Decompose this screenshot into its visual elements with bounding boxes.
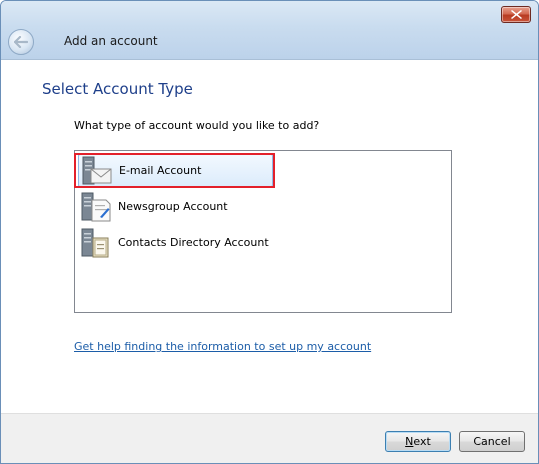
account-type-list[interactable]: E-mail Account Newsgroup Account Contact… xyxy=(74,150,452,313)
email-server-icon xyxy=(82,156,112,184)
title-bar: Add an account xyxy=(1,1,538,60)
page-heading: Select Account Type xyxy=(42,80,193,98)
help-link[interactable]: Get help finding the information to set … xyxy=(74,340,371,353)
account-type-label: Contacts Directory Account xyxy=(118,236,269,249)
dialog-content: Select Account Type What type of account… xyxy=(1,60,538,413)
newsgroup-server-icon xyxy=(81,192,111,221)
account-type-label: Newsgroup Account xyxy=(118,200,228,213)
next-label-rest: ext xyxy=(413,435,431,448)
account-type-label: E-mail Account xyxy=(119,164,202,177)
close-icon xyxy=(510,10,522,19)
list-item-contacts-directory-account[interactable]: Contacts Directory Account xyxy=(78,226,273,259)
back-button[interactable] xyxy=(8,29,34,55)
list-item-newsgroup-account[interactable]: Newsgroup Account xyxy=(78,190,273,223)
list-item-email-account[interactable]: E-mail Account xyxy=(78,154,273,187)
next-button[interactable]: Next xyxy=(385,431,451,452)
account-type-question: What type of account would you like to a… xyxy=(74,119,320,132)
close-button[interactable] xyxy=(501,6,531,23)
next-mnemonic: N xyxy=(405,435,414,448)
cancel-button[interactable]: Cancel xyxy=(459,431,525,452)
directory-server-icon xyxy=(81,228,109,257)
dialog-title: Add an account xyxy=(64,34,158,48)
add-account-dialog: Add an account Select Account Type What … xyxy=(0,0,539,464)
dialog-footer: Next Cancel xyxy=(1,413,538,463)
back-arrow-icon xyxy=(14,36,28,48)
